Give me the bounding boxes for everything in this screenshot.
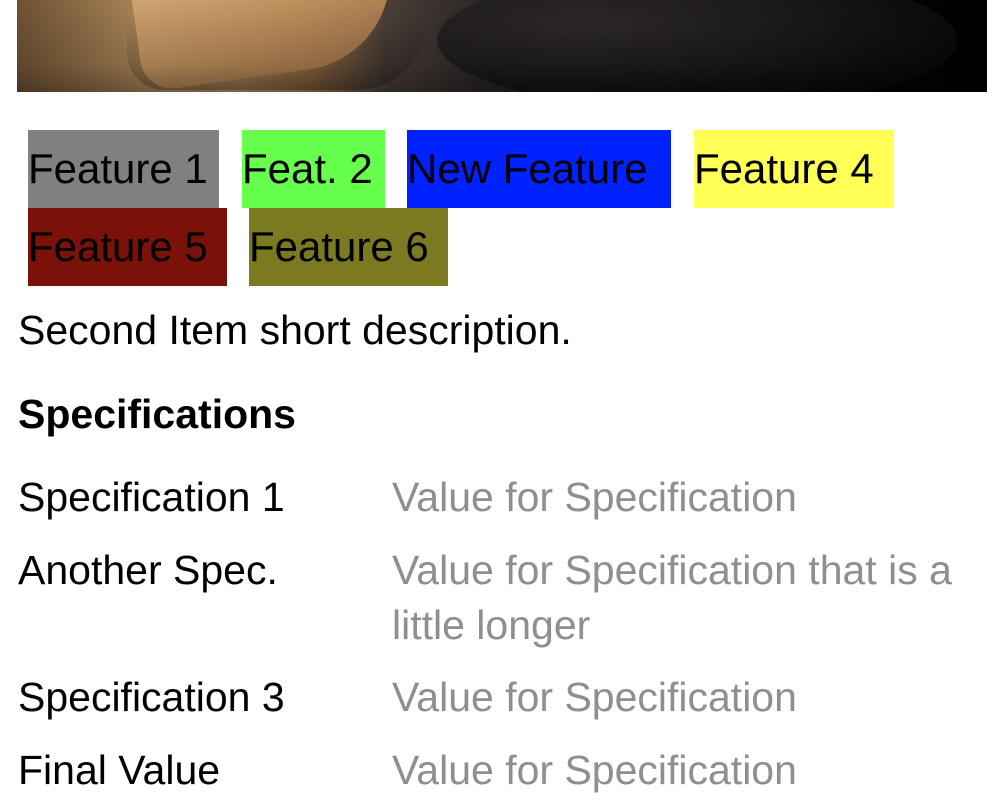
spec-name: Another Spec. — [18, 547, 278, 593]
photo-shade — [17, 0, 987, 92]
spec-row: Specification 1 Value for Specification — [18, 470, 978, 525]
feature-chip: New Feature — [407, 130, 671, 208]
feature-chip: Feature 1 — [28, 130, 219, 208]
spec-value: Value for Specification — [392, 674, 797, 720]
specifications-heading: Specifications — [18, 391, 296, 437]
spec-row: Final Value Value for Specification — [18, 743, 978, 798]
feature-chip-label: Feature 6 — [249, 223, 429, 270]
item-detail-page: Feature 1 Feat. 2 New Feature Feature 4 … — [0, 0, 1000, 803]
feature-chip: Feat. 2 — [242, 130, 385, 208]
product-photo — [17, 0, 987, 92]
feature-chip: Feature 5 — [28, 208, 227, 286]
feature-chip-label: Feat. 2 — [242, 145, 373, 192]
spec-value: Value for Specification — [392, 474, 797, 520]
spec-name: Specification 1 — [18, 474, 285, 520]
spec-value: Value for Specification that is a little… — [392, 547, 952, 648]
feature-chip-label: Feature 4 — [694, 145, 874, 192]
item-description: Second Item short description. — [18, 307, 572, 353]
feature-chip-label: Feature 5 — [28, 223, 208, 270]
feature-chip: Feature 4 — [694, 130, 894, 208]
feature-chip-label: New Feature — [407, 145, 648, 192]
feature-chip: Feature 6 — [249, 208, 448, 286]
spec-row: Specification 3 Value for Specification — [18, 670, 978, 725]
spec-row: Another Spec. Value for Specification th… — [18, 543, 978, 653]
spec-name: Final Value — [18, 747, 221, 793]
spec-value: Value for Specification — [392, 747, 797, 793]
spec-name: Specification 3 — [18, 674, 285, 720]
feature-chip-label: Feature 1 — [28, 145, 208, 192]
